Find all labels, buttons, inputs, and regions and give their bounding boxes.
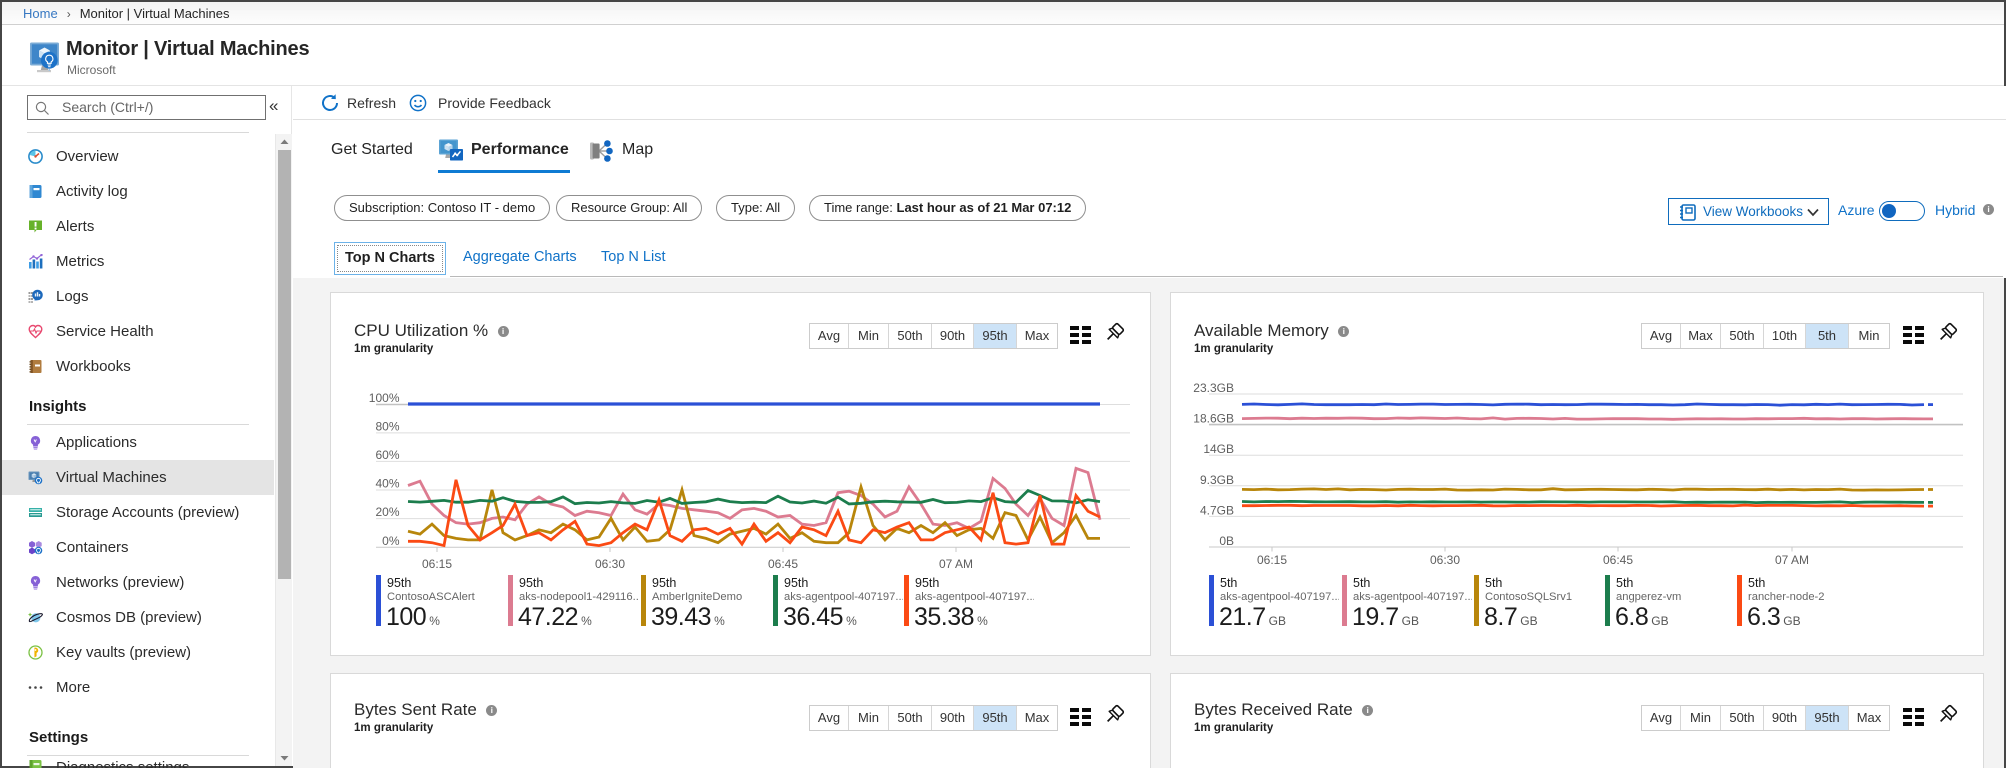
svg-text:06:30: 06:30: [595, 557, 625, 571]
svg-text:40%: 40%: [375, 477, 399, 491]
svg-text:9.3GB: 9.3GB: [1200, 473, 1234, 487]
svg-text:80%: 80%: [375, 420, 399, 434]
svg-text:06:45: 06:45: [1603, 553, 1633, 567]
svg-text:18.6GB: 18.6GB: [1193, 412, 1234, 426]
svg-text:06:15: 06:15: [1257, 553, 1287, 567]
svg-text:06:45: 06:45: [768, 557, 798, 571]
svg-text:14GB: 14GB: [1203, 442, 1234, 456]
svg-text:60%: 60%: [375, 448, 399, 462]
svg-text:06:15: 06:15: [422, 557, 452, 571]
svg-text:0%: 0%: [382, 534, 400, 548]
svg-text:07 AM: 07 AM: [1775, 553, 1809, 567]
svg-text:20%: 20%: [375, 505, 399, 519]
svg-text:07 AM: 07 AM: [939, 557, 973, 571]
svg-text:0B: 0B: [1219, 534, 1234, 548]
svg-text:06:30: 06:30: [1430, 553, 1460, 567]
svg-text:23.3GB: 23.3GB: [1193, 381, 1234, 395]
svg-text:4.7GB: 4.7GB: [1200, 503, 1234, 517]
svg-text:100%: 100%: [369, 391, 400, 405]
